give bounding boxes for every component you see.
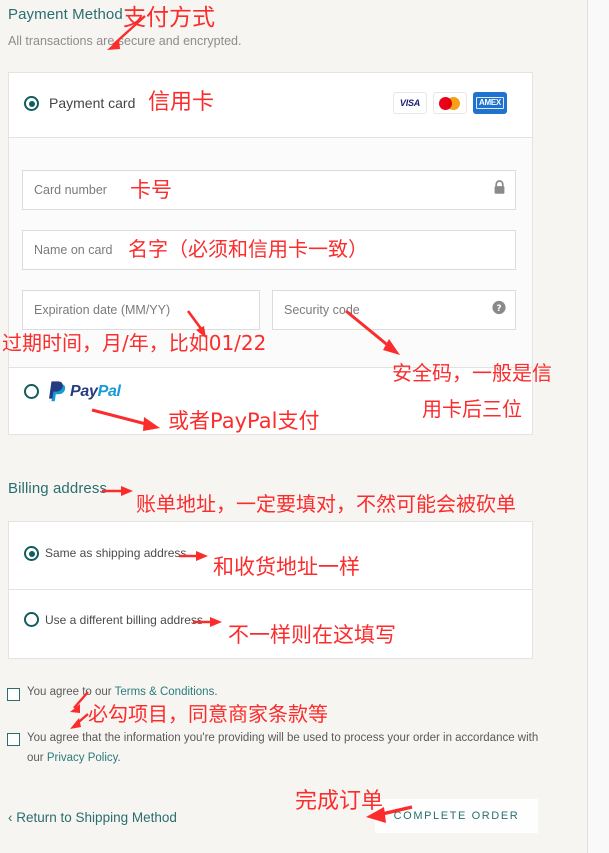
complete-order-button[interactable]: COMPLETE ORDER: [375, 799, 538, 833]
svg-text:?: ?: [496, 304, 501, 314]
annotation-security-code-line1: 安全码，一般是信: [392, 361, 552, 385]
visa-text: VISA: [399, 98, 421, 108]
card-number-input[interactable]: Card number: [22, 170, 516, 210]
payment-method-heading: Payment Method: [8, 6, 123, 23]
annotation-payment-method: 支付方式: [123, 5, 215, 31]
annotation-different-address: 不一样则在这填写: [228, 623, 396, 647]
annotation-must-check: 必勾项目，同意商家条款等: [88, 702, 328, 726]
paypal-text: PayPal: [70, 383, 121, 401]
terms-checkbox[interactable]: [7, 688, 20, 701]
checkout-payment-page: Payment Method All transactions are secu…: [0, 0, 609, 853]
name-on-card-placeholder: Name on card: [34, 243, 113, 257]
same-as-shipping-radio[interactable]: [24, 546, 39, 561]
privacy-suffix: .: [117, 752, 121, 764]
annotation-complete-order: 完成订单: [295, 789, 384, 814]
paypal-radio[interactable]: [24, 384, 39, 399]
annotation-same-as-shipping: 和收货地址一样: [213, 555, 360, 579]
paypal-mark-icon: [49, 381, 66, 402]
privacy-policy-link[interactable]: Privacy Policy: [47, 752, 118, 764]
help-circle-icon[interactable]: ?: [492, 300, 506, 320]
card-number-placeholder: Card number: [34, 183, 107, 197]
mastercard-icon: [433, 92, 467, 114]
mastercard-right-circle: [447, 97, 460, 110]
lock-icon: [493, 180, 506, 200]
annotation-expiration: 过期时间，月/年，比如01/22: [2, 331, 267, 355]
terms-and-conditions-link[interactable]: Terms & Conditions: [115, 686, 215, 698]
different-billing-radio[interactable]: [24, 612, 39, 627]
card-brand-logos: VISA AMEX: [393, 92, 507, 114]
annotation-paypal: 或者PayPal支付: [168, 409, 320, 433]
return-to-shipping-link[interactable]: ‹ Return to Shipping Method: [8, 810, 177, 825]
return-to-shipping-label: Return to Shipping Method: [16, 810, 177, 825]
expiration-date-input[interactable]: Expiration date (MM/YY): [22, 290, 260, 330]
payment-method-subheading: All transactions are secure and encrypte…: [8, 34, 242, 48]
different-billing-label: Use a different billing address: [45, 613, 203, 627]
billing-address-heading: Billing address: [8, 480, 108, 497]
privacy-checkbox[interactable]: [7, 733, 20, 746]
annotation-credit-card: 信用卡: [148, 90, 215, 115]
security-code-input[interactable]: Security code ?: [272, 290, 516, 330]
terms-prefix: You agree to our: [27, 686, 115, 698]
payment-card-radio[interactable]: [24, 96, 39, 111]
terms-suffix: .: [214, 686, 218, 698]
amex-icon: AMEX: [473, 92, 507, 114]
annotation-billing-address: 账单地址，一定要填对，不然可能会被砍单: [136, 492, 516, 516]
paypal-logo: PayPal: [48, 381, 121, 402]
expiration-date-placeholder: Expiration date (MM/YY): [34, 303, 171, 317]
same-as-shipping-label: Same as shipping address: [45, 546, 187, 560]
paypal-text-pal: Pal: [97, 382, 121, 400]
paypal-text-pay: Pay: [70, 382, 98, 400]
chevron-left-icon: ‹: [8, 810, 13, 825]
privacy-agreement-text: You agree that the information you're pr…: [27, 728, 557, 768]
annotation-name-on-card: 名字（必须和信用卡一致）: [128, 237, 368, 261]
amex-text: AMEX: [476, 97, 504, 109]
annotation-security-code-line2: 用卡后三位: [422, 397, 522, 421]
visa-icon: VISA: [393, 92, 427, 114]
security-code-placeholder: Security code: [284, 303, 360, 317]
annotation-card-number: 卡号: [130, 178, 172, 202]
payment-card-label: Payment card: [49, 95, 136, 111]
terms-agreement-text: You agree to our Terms & Conditions.: [27, 682, 547, 702]
